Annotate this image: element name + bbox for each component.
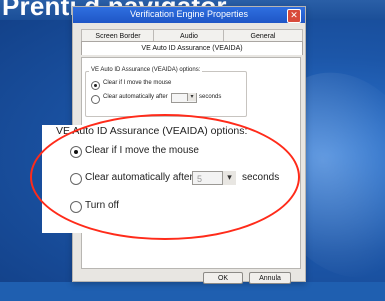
label-clear-after-small: Clear automatically after: [103, 94, 168, 100]
window-title: Verification Engine Properties: [129, 9, 249, 19]
window-titlebar: Verification Engine Properties ✕: [73, 7, 305, 23]
chevron-down-icon[interactable]: ▾: [187, 93, 196, 101]
label-clear-mouse-small: Clear if I move the mouse: [103, 80, 172, 86]
options-legend-small: VE Auto ID Assurance (VEAIDA) options:: [89, 67, 203, 73]
highlight-oval: [30, 114, 300, 240]
radio-clear-mouse-small[interactable]: [91, 81, 100, 90]
close-button[interactable]: ✕: [287, 9, 301, 23]
ok-button[interactable]: OK: [203, 272, 243, 284]
cancel-button[interactable]: Annula: [249, 272, 291, 284]
tabs: Screen Border Audio General VE Auto ID A…: [81, 29, 303, 59]
radio-clear-after-small[interactable]: [91, 95, 100, 104]
seconds-label-small: seconds: [199, 94, 222, 100]
tab-veaida[interactable]: VE Auto ID Assurance (VEAIDA): [81, 41, 303, 55]
